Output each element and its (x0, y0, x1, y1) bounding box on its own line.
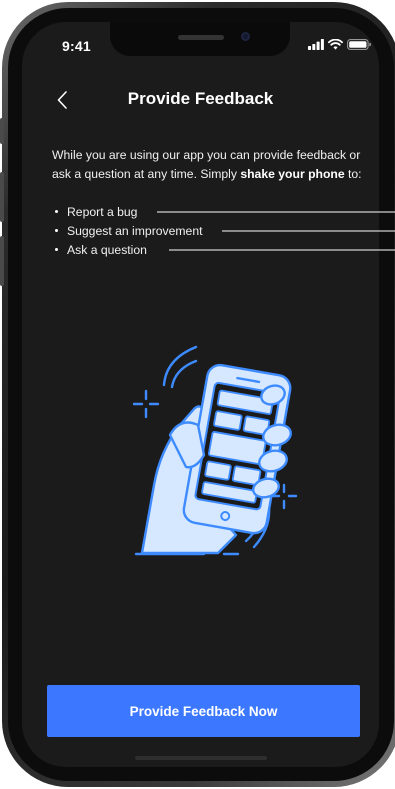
bullet-icon (55, 229, 58, 232)
front-camera (241, 32, 250, 41)
list-item: Suggest an improvement (52, 221, 379, 240)
mute-switch (0, 118, 4, 144)
list-item: Ask a question (52, 240, 379, 259)
feedback-options-list: Report a bug Suggest an improvement Ask … (52, 202, 379, 259)
list-item: Report a bug (52, 202, 379, 221)
status-icons (308, 39, 371, 50)
volume-up-button (0, 172, 4, 222)
volume-down-button (0, 236, 4, 286)
hand-shaking-phone-icon (132, 345, 298, 556)
speaker-grille (178, 35, 224, 40)
notch (110, 22, 290, 56)
option-label: Report a bug (67, 204, 138, 219)
home-indicator (135, 756, 267, 760)
wifi-icon (328, 39, 343, 50)
option-label: Ask a question (67, 242, 147, 257)
intro-text-end: to: (344, 167, 362, 181)
intro-text: While you are using our app you can prov… (52, 146, 367, 184)
battery-icon (347, 39, 371, 50)
app-screen: 9:41 Provide Feedback While you are usin… (22, 22, 379, 767)
bullet-icon (55, 248, 58, 251)
provide-feedback-now-button[interactable]: Provide Feedback Now (47, 685, 360, 737)
bullet-icon (55, 210, 58, 213)
page-title: Provide Feedback (127, 89, 274, 108)
option-label: Suggest an improvement (67, 223, 203, 238)
device-mockup: 9:41 Provide Feedback While you are usin… (0, 0, 395, 789)
intro-text-emphasis: shake your phone (240, 167, 345, 181)
cellular-signal-icon (308, 39, 324, 50)
status-time: 9:41 (62, 38, 91, 54)
